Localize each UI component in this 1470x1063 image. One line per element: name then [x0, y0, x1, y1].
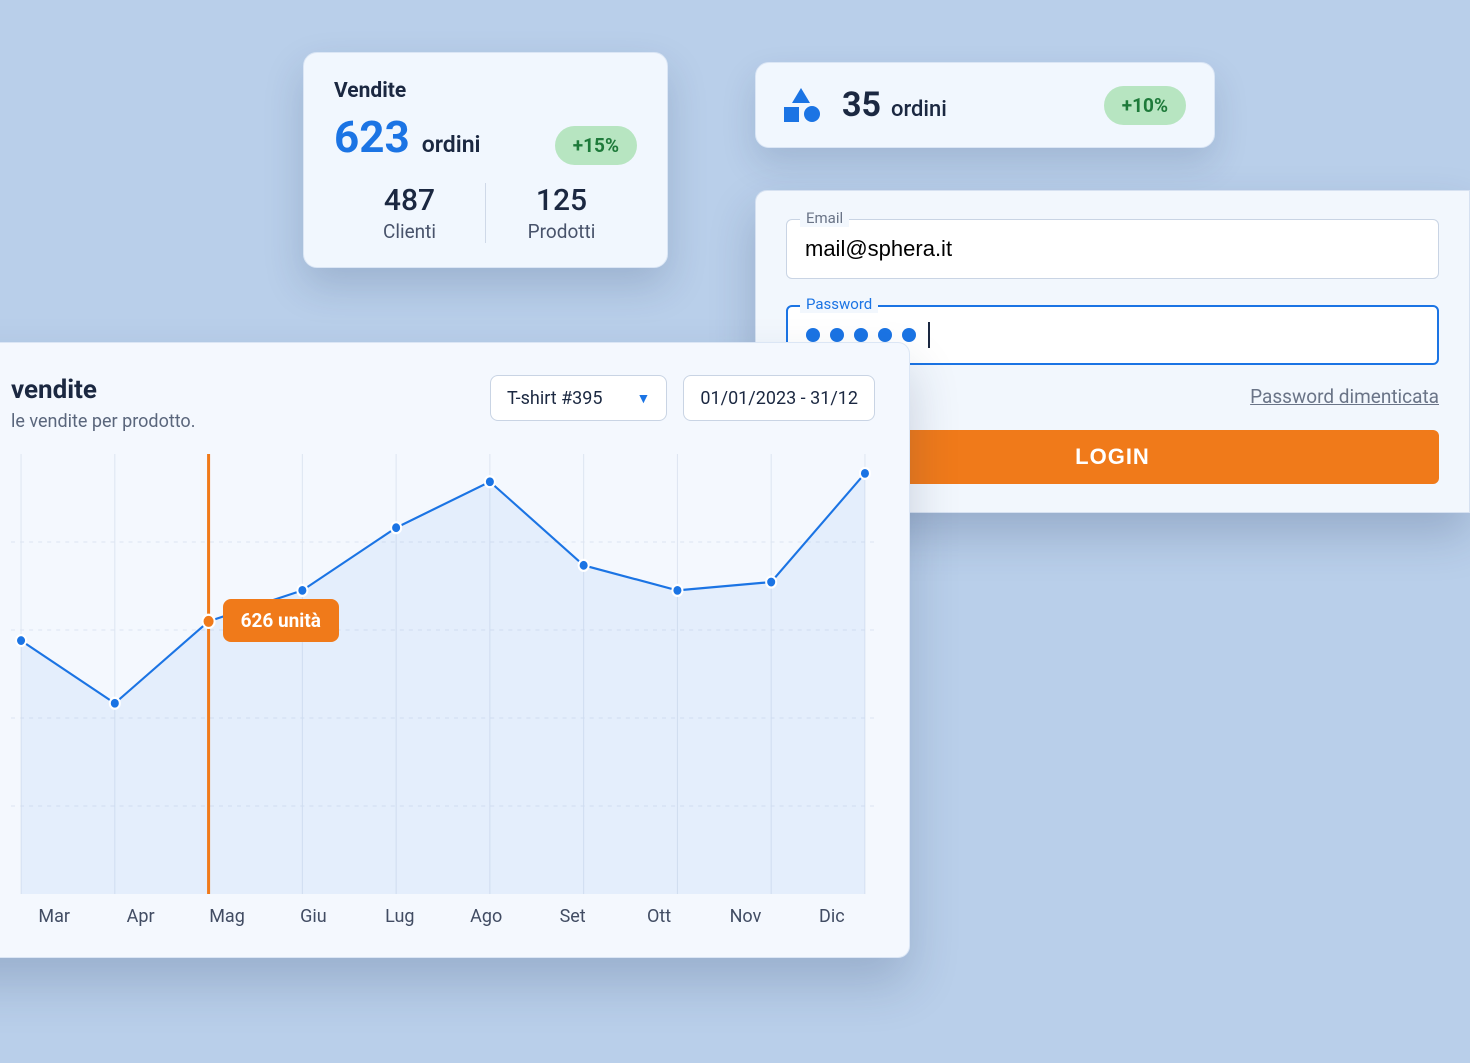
sales-title: Vendite	[334, 79, 637, 103]
sales-chart-card: vendite le vendite per prodotto. T-shirt…	[0, 342, 910, 958]
orders-change-badge: +10%	[1104, 86, 1186, 125]
products-label: Prodotti	[486, 220, 637, 243]
clients-count: 487	[334, 183, 485, 218]
email-field-wrap: Email	[786, 219, 1439, 279]
clients-label: Clienti	[334, 220, 485, 243]
product-select-value: T-shirt #395	[507, 388, 603, 409]
date-range-value: 01/01/2023 - 31/12	[700, 388, 858, 409]
email-label: Email	[800, 209, 849, 227]
x-tick-label: Dic	[789, 906, 875, 927]
orders-mini-card: 35 ordini +10%	[755, 62, 1215, 148]
x-tick-label: Nov	[702, 906, 788, 927]
shapes-icon	[784, 88, 820, 122]
chevron-down-icon: ▼	[637, 390, 651, 407]
email-field[interactable]	[786, 219, 1439, 279]
chart-x-axis: MarAprMagGiuLugAgoSetOttNovDic	[11, 906, 875, 927]
x-tick-label: Mar	[11, 906, 97, 927]
sales-change-badge: +15%	[555, 126, 637, 165]
products-count: 125	[486, 183, 637, 218]
forgot-password-link[interactable]: Password dimenticata	[1250, 385, 1439, 408]
x-tick-label: Mag	[184, 906, 270, 927]
chart-plot: 626 unità	[11, 454, 875, 894]
chart-tooltip: 626 unità	[223, 599, 339, 642]
chart-title: vendite	[11, 375, 195, 405]
date-range-picker[interactable]: 01/01/2023 - 31/12	[683, 375, 875, 421]
x-tick-label: Lug	[357, 906, 443, 927]
sales-summary-card: Vendite 623 ordini +15% 487 Clienti 125 …	[303, 52, 668, 268]
x-tick-label: Ott	[616, 906, 702, 927]
orders-label: ordini	[891, 97, 947, 122]
x-tick-label: Apr	[97, 906, 183, 927]
x-tick-label: Giu	[270, 906, 356, 927]
sales-orders-label: ordini	[422, 131, 481, 158]
x-tick-label: Ago	[443, 906, 529, 927]
orders-count: 35	[842, 85, 881, 125]
password-label: Password	[800, 295, 878, 313]
chart-subtitle: le vendite per prodotto.	[11, 411, 195, 432]
x-tick-label: Set	[529, 906, 615, 927]
sales-orders-count: 623	[334, 111, 410, 163]
product-select[interactable]: T-shirt #395 ▼	[490, 375, 667, 421]
